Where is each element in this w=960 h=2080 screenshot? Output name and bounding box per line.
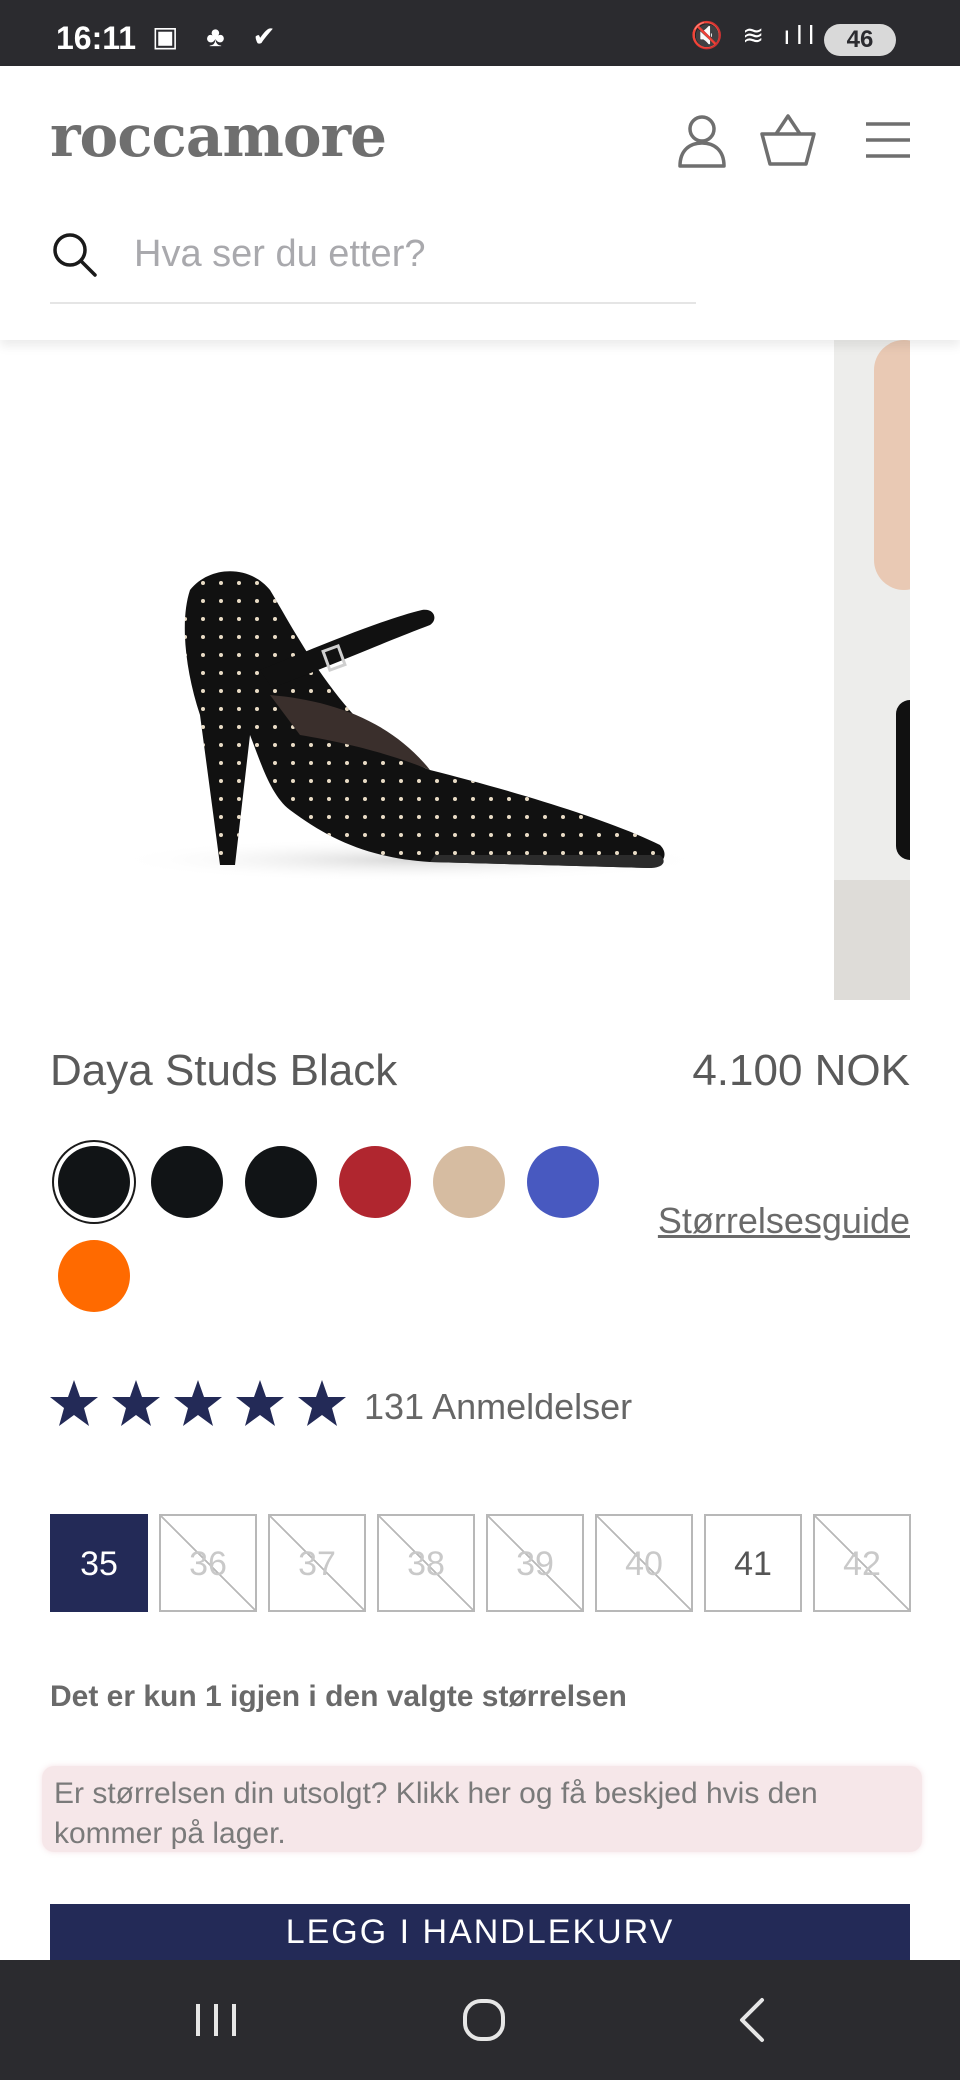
color-swatch[interactable]	[527, 1146, 599, 1218]
color-swatch[interactable]	[433, 1146, 505, 1218]
review-count[interactable]: 131 Anmeldelser	[364, 1386, 632, 1428]
size-guide-link[interactable]: Størrelsesguide	[658, 1200, 910, 1242]
basket-icon[interactable]	[758, 110, 818, 170]
system-nav-bar	[0, 1960, 960, 2080]
add-to-cart-label: LEGG I HANDLEKURV	[285, 1913, 675, 1951]
color-swatch[interactable]	[58, 1240, 130, 1312]
product-gallery	[0, 340, 960, 1000]
site-logo[interactable]: roccamore	[50, 102, 387, 170]
stock-message: Det er kun 1 igjen i den valgte størrels…	[50, 1680, 627, 1713]
star-icon	[112, 1380, 160, 1426]
product-name: Daya Studs Black	[50, 1046, 398, 1095]
star-icon	[174, 1380, 222, 1426]
back-icon[interactable]	[712, 1990, 792, 2050]
system-icons: 🔇 ≋ ıll	[690, 20, 820, 50]
size-option[interactable]: 38	[377, 1514, 475, 1612]
size-option[interactable]: 39	[486, 1514, 584, 1612]
color-swatch[interactable]	[58, 1146, 130, 1218]
size-option[interactable]: 42	[813, 1514, 911, 1612]
menu-icon[interactable]	[858, 110, 918, 170]
product-thumbnail[interactable]	[834, 340, 910, 1000]
size-option[interactable]: 37	[268, 1514, 366, 1612]
size-option[interactable]: 41	[704, 1514, 802, 1612]
star-icon	[298, 1380, 346, 1426]
search-icon[interactable]	[50, 230, 98, 278]
rating-stars	[50, 1380, 346, 1426]
notification-icons: ▣ ♣ ✔	[152, 21, 286, 52]
recent-apps-icon[interactable]	[176, 1990, 256, 2050]
status-bar: 16:11 ▣ ♣ ✔ 🔇 ≋ ıll 46	[0, 0, 960, 66]
size-option[interactable]: 35	[50, 1514, 148, 1612]
color-swatch[interactable]	[245, 1146, 317, 1218]
color-swatch[interactable]	[151, 1146, 223, 1218]
home-icon[interactable]	[444, 1990, 524, 2050]
size-selector: 35 36 37 38 39 40 41 42	[50, 1514, 912, 1614]
search-bar	[50, 216, 696, 304]
status-time: 16:11	[56, 20, 137, 56]
product-price: 4.100 NOK	[692, 1046, 910, 1095]
shoe-illustration	[110, 571, 710, 882]
account-icon[interactable]	[672, 110, 732, 170]
size-option[interactable]: 36	[159, 1514, 257, 1612]
size-option[interactable]: 40	[595, 1514, 693, 1612]
star-icon	[50, 1380, 98, 1426]
product-image[interactable]	[50, 340, 810, 1000]
search-input[interactable]	[132, 228, 676, 280]
star-icon	[236, 1380, 284, 1426]
site-header: roccamore	[0, 66, 960, 340]
battery-indicator: 46	[824, 24, 896, 56]
color-swatch[interactable]	[339, 1146, 411, 1218]
back-in-stock-notify[interactable]: Er størrelsen din utsolgt? Klikk her og …	[42, 1766, 922, 1852]
